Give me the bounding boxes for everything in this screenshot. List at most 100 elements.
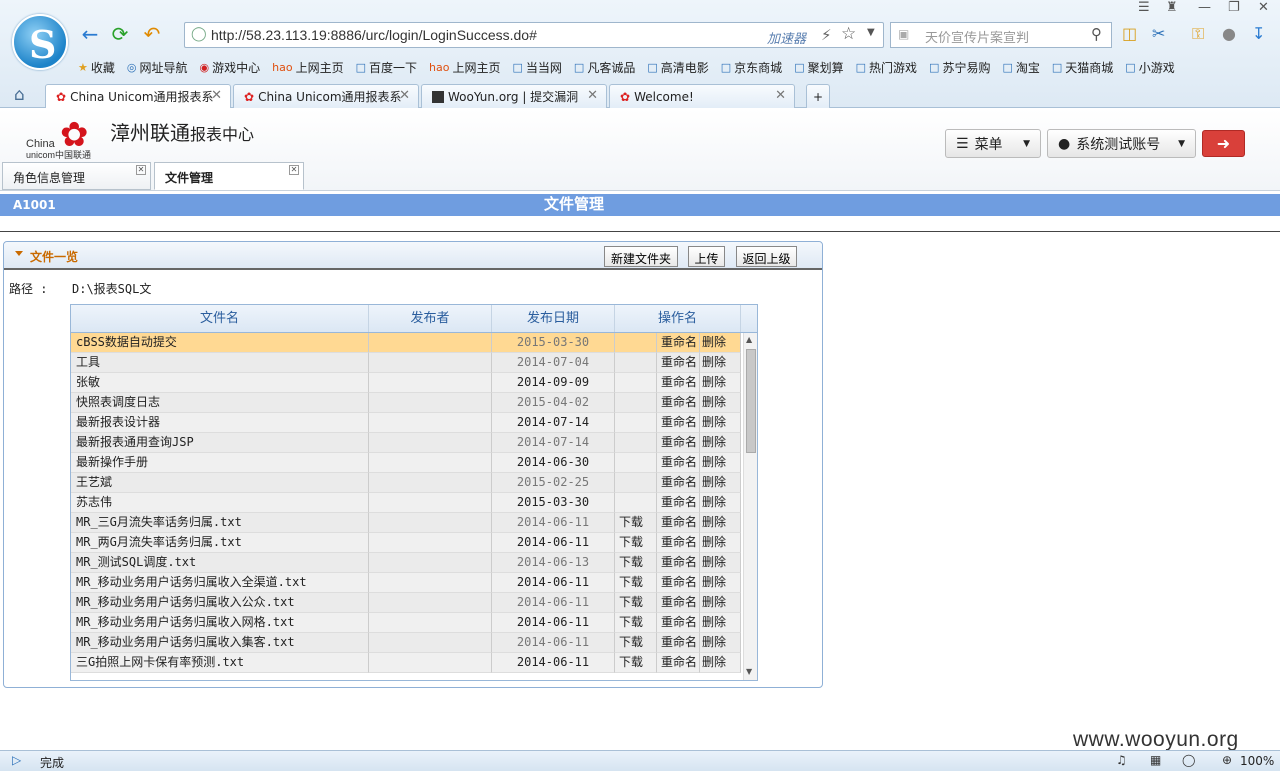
table-row[interactable]: 三G拍照上网卡保有率预测.txt 2014-06-11 下载 重命名 删除 — [71, 653, 741, 673]
file-name-cell[interactable]: MR_移动业务用户话务归属收入网格.txt — [71, 613, 369, 633]
rename-link[interactable]: 重命名 — [657, 613, 700, 633]
rename-link[interactable]: 重命名 — [657, 553, 700, 573]
file-name-cell[interactable]: 工具 — [71, 353, 369, 373]
file-name-cell[interactable]: MR_移动业务用户话务归属收入全渠道.txt — [71, 573, 369, 593]
download-link[interactable] — [615, 393, 657, 413]
maximize-icon[interactable]: ❐ — [1228, 0, 1240, 15]
bookmark-item[interactable]: □ 淘宝 — [1002, 58, 1051, 76]
rename-link[interactable]: 重命名 — [657, 373, 700, 393]
bookmark-item[interactable]: ★ 收藏 — [78, 58, 127, 76]
download-link[interactable] — [615, 413, 657, 433]
back-icon[interactable]: ← — [78, 22, 102, 46]
download-link[interactable]: 下载 — [615, 573, 657, 593]
col-header-ops[interactable]: 操作名 — [615, 305, 741, 332]
menu-button[interactable]: ☰ 菜单 ▼ — [945, 129, 1041, 158]
download-link[interactable]: 下载 — [615, 633, 657, 653]
table-row[interactable]: MR_移动业务用户话务归属收入集客.txt 2014-06-11 下载 重命名 删除 — [71, 633, 741, 653]
browser-tab[interactable]: ✿ China Unicom通用报表系 ✕ — [45, 84, 231, 108]
close-tab-icon[interactable]: ✕ — [775, 88, 786, 103]
search-box[interactable]: ▣ 天价宣传片案宣判 ⚲ — [890, 22, 1112, 48]
accelerator-label[interactable]: 加速器 — [767, 28, 806, 47]
table-row[interactable]: MR_移动业务用户话务归属收入全渠道.txt 2014-06-11 下载 重命名 删除 — [71, 573, 741, 593]
close-icon[interactable]: ✕ — [136, 165, 146, 175]
rename-link[interactable]: 重命名 — [657, 653, 700, 673]
file-name-cell[interactable]: MR_移动业务用户话务归属收入公众.txt — [71, 593, 369, 613]
table-row[interactable]: 工具 2014-07-04 重命名 删除 — [71, 353, 741, 373]
table-row[interactable]: MR_移动业务用户话务归属收入公众.txt 2014-06-11 下载 重命名 删除 — [71, 593, 741, 613]
table-row[interactable]: 王艺斌 2015-02-25 重命名 删除 — [71, 473, 741, 493]
delete-link[interactable]: 删除 — [700, 353, 741, 373]
file-name-cell[interactable]: 快照表调度日志 — [71, 393, 369, 413]
download-link[interactable]: 下载 — [615, 533, 657, 553]
file-name-cell[interactable]: cBSS数据自动提交 — [71, 333, 369, 353]
file-name-cell[interactable]: 王艺斌 — [71, 473, 369, 493]
download-link[interactable]: 下载 — [615, 653, 657, 673]
download-link[interactable]: 下载 — [615, 513, 657, 533]
table-row[interactable]: 最新报表设计器 2014-07-14 重命名 删除 — [71, 413, 741, 433]
tab-file-management[interactable]: 文件管理 ✕ — [154, 162, 304, 190]
delete-link[interactable]: 删除 — [700, 593, 741, 613]
delete-link[interactable]: 删除 — [700, 573, 741, 593]
bookmark-item[interactable]: hao 上网主页 — [272, 58, 355, 76]
delete-link[interactable]: 删除 — [700, 513, 741, 533]
skin-icon[interactable]: ♜ — [1166, 0, 1178, 15]
delete-link[interactable]: 删除 — [700, 393, 741, 413]
file-name-cell[interactable]: MR_测试SQL调度.txt — [71, 553, 369, 573]
account-button[interactable]: ● 系统测试账号 ▼ — [1047, 129, 1196, 158]
table-row[interactable]: MR_移动业务用户话务归属收入网格.txt 2014-06-11 下载 重命名 删除 — [71, 613, 741, 633]
browser-tab[interactable]: ✿ China Unicom通用报表系 ✕ — [233, 84, 419, 108]
browser-logo-icon[interactable]: S — [12, 14, 68, 70]
volume-icon[interactable]: ♫ — [1116, 753, 1127, 767]
bookmark-item[interactable]: □ 当当网 — [513, 58, 574, 76]
shield-icon[interactable]: ◯ — [1182, 753, 1195, 767]
table-row[interactable]: cBSS数据自动提交 2015-03-30 重命名 删除 — [71, 333, 741, 353]
delete-link[interactable]: 删除 — [700, 413, 741, 433]
download-link[interactable] — [615, 473, 657, 493]
rename-link[interactable]: 重命名 — [657, 333, 700, 353]
bookmark-item[interactable]: □ 京东商城 — [721, 58, 794, 76]
file-name-cell[interactable]: 最新报表设计器 — [71, 413, 369, 433]
browser-tab[interactable]: ✿ Welcome! ✕ — [609, 84, 795, 108]
back-up-button[interactable]: 返回上级 — [736, 246, 797, 267]
scroll-down-icon[interactable]: ▼ — [746, 667, 752, 676]
rename-link[interactable]: 重命名 — [657, 493, 700, 513]
close-tab-icon[interactable]: ✕ — [587, 88, 598, 103]
download-link[interactable] — [615, 373, 657, 393]
bookmark-item[interactable]: □ 凡客诚品 — [574, 58, 647, 76]
table-row[interactable]: 最新报表通用查询JSP 2014-07-14 重命名 删除 — [71, 433, 741, 453]
table-row[interactable]: MR_三G月流失率话务归属.txt 2014-06-11 下载 重命名 删除 — [71, 513, 741, 533]
table-row[interactable]: MR_测试SQL调度.txt 2014-06-13 下载 重命名 删除 — [71, 553, 741, 573]
file-name-cell[interactable]: 张敏 — [71, 373, 369, 393]
download-link[interactable]: 下载 — [615, 593, 657, 613]
more-icon[interactable]: ● — [1222, 24, 1236, 43]
delete-link[interactable]: 删除 — [700, 533, 741, 553]
rename-link[interactable]: 重命名 — [657, 633, 700, 653]
search-placeholder[interactable]: 天价宣传片案宣判 — [925, 27, 1029, 46]
refresh-icon[interactable]: ⟳ — [108, 22, 132, 46]
rename-link[interactable]: 重命名 — [657, 533, 700, 553]
bookmark-item[interactable]: □ 聚划算 — [794, 58, 855, 76]
home-icon[interactable]: ⌂ — [14, 85, 25, 105]
bookmark-item[interactable]: □ 热门游戏 — [856, 58, 929, 76]
new-tab-button[interactable]: + — [806, 84, 830, 108]
col-header-date[interactable]: 发布日期 — [492, 305, 615, 332]
file-name-cell[interactable]: 苏志伟 — [71, 493, 369, 513]
chevron-down-icon[interactable]: ▼ — [867, 27, 875, 38]
download-link[interactable] — [615, 333, 657, 353]
address-bar[interactable]: ◯ http://58.23.113.19:8886/urc/login/Log… — [184, 22, 884, 48]
file-name-cell[interactable]: 最新报表通用查询JSP — [71, 433, 369, 453]
delete-link[interactable]: 删除 — [700, 333, 741, 353]
zoom-icon[interactable]: ⊕ — [1222, 753, 1232, 767]
delete-link[interactable]: 删除 — [700, 493, 741, 513]
delete-link[interactable]: 删除 — [700, 553, 741, 573]
download-link[interactable] — [615, 453, 657, 473]
extension-icon[interactable]: ◫ — [1122, 24, 1137, 43]
table-row[interactable]: MR_两G月流失率话务归属.txt 2014-06-11 下载 重命名 删除 — [71, 533, 741, 553]
browser-tab[interactable]: WooYun.org | 提交漏洞 ✕ — [421, 84, 607, 108]
download-link[interactable] — [615, 353, 657, 373]
download-link[interactable]: 下载 — [615, 553, 657, 573]
delete-link[interactable]: 删除 — [700, 653, 741, 673]
table-row[interactable]: 张敏 2014-09-09 重命名 删除 — [71, 373, 741, 393]
download-link[interactable] — [615, 433, 657, 453]
new-folder-button[interactable]: 新建文件夹 — [604, 246, 678, 267]
